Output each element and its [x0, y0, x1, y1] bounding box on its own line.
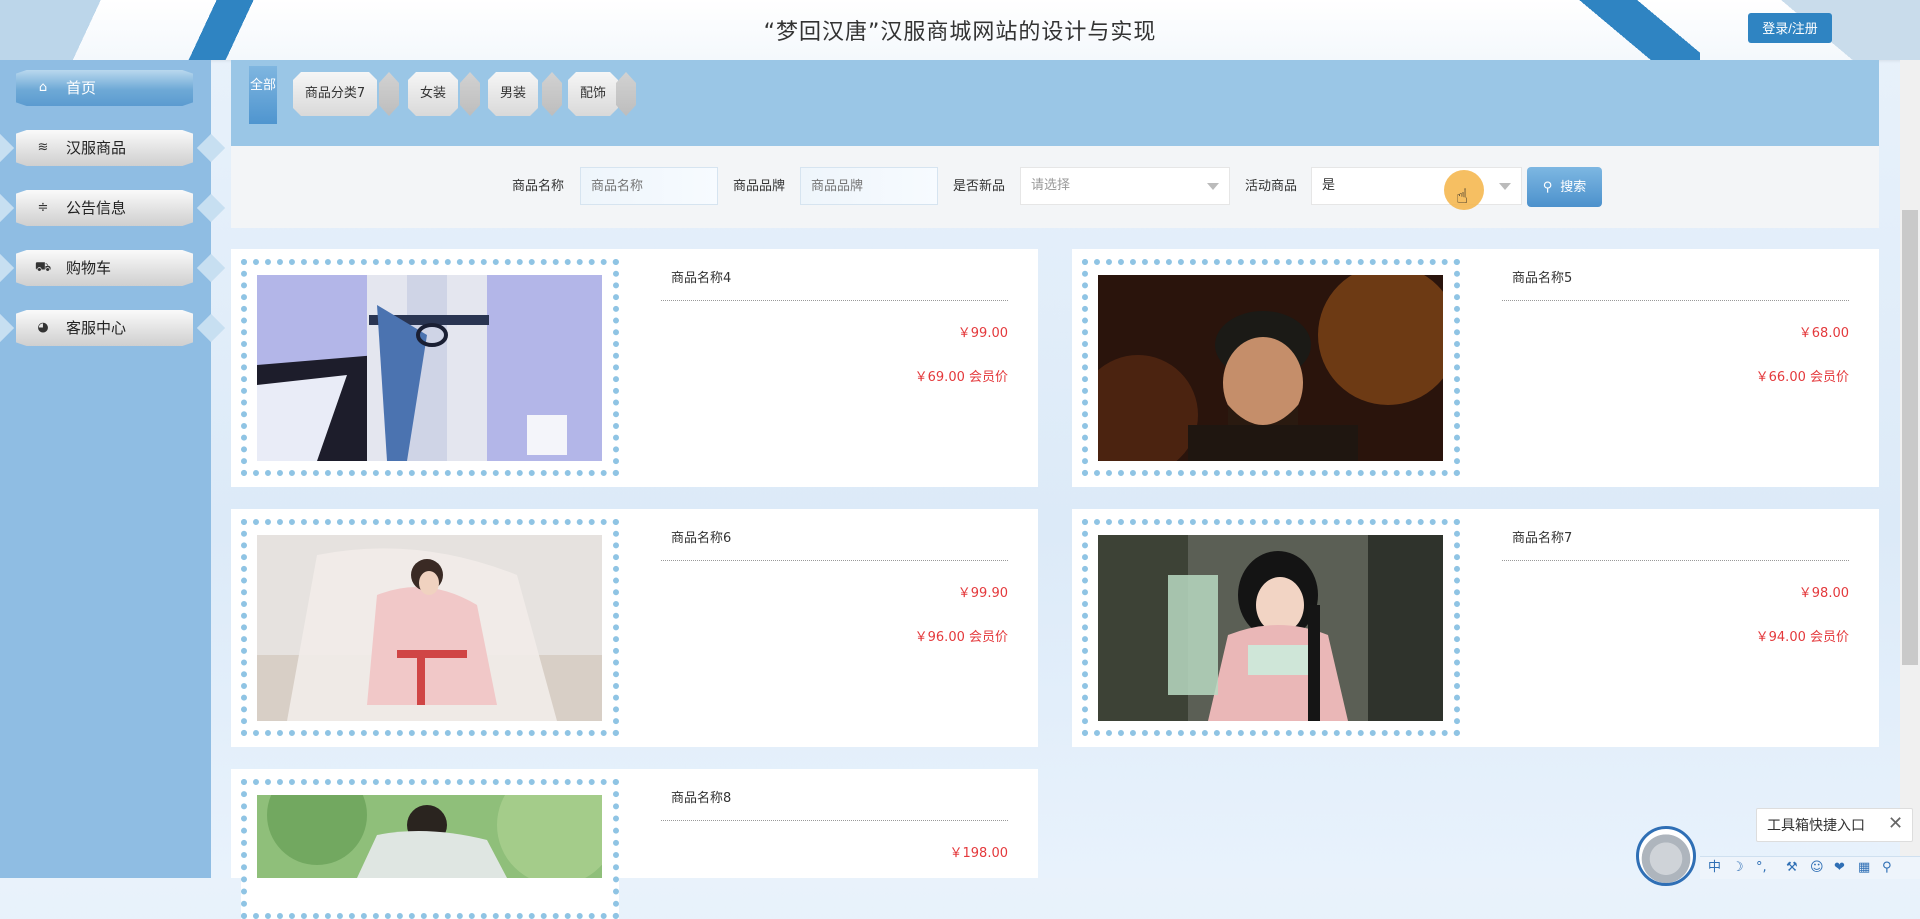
category-tab-accessories[interactable]: 配饰: [568, 72, 618, 116]
ime-chinese-mode-icon[interactable]: 中: [1708, 859, 1721, 877]
assistant-avatar[interactable]: [1636, 826, 1696, 886]
search-button-label: 搜索: [1560, 180, 1587, 195]
ime-toolbar: 中 ☽ °, ⚒ ☺ ❤ ▦ ⚲: [1700, 856, 1920, 879]
site-title: “梦回汉唐”汉服商城网站的设计与实现: [763, 20, 1157, 45]
product-photo-illustration: [257, 535, 602, 721]
sidebar-wing: [196, 133, 226, 163]
sidebar-item-customer-service[interactable]: ◕ 客服中心: [0, 304, 226, 352]
sidebar-wing: [196, 313, 226, 343]
chevron-down-icon: [1207, 183, 1219, 190]
sidebar-item-label: 购物车: [66, 259, 112, 277]
moon-icon[interactable]: ☽: [1732, 859, 1744, 877]
sidebar: ⌂ 首页 ≋ 汉服商品 ≑ 公告信息 ⛟ 购物车 ◕ 客服中心: [0, 60, 226, 878]
is-new-select[interactable]: 请选择: [1020, 167, 1230, 205]
magnifier-icon: ⚲: [1542, 180, 1553, 195]
sidebar-item-label: 首页: [66, 79, 97, 97]
product-photo[interactable]: [257, 795, 602, 878]
cart-icon: ⛟: [34, 260, 52, 275]
divider: [661, 300, 1008, 301]
close-icon[interactable]: ✕: [1888, 814, 1903, 834]
sidebar-item-home[interactable]: ⌂ 首页: [0, 64, 211, 112]
page-scrollbar-thumb[interactable]: [1902, 210, 1918, 665]
product-name[interactable]: 商品名称6: [671, 529, 731, 549]
is-new-select-value: 请选择: [1031, 178, 1071, 193]
product-name-input[interactable]: [580, 167, 718, 205]
product-price: ￥98.00: [1798, 586, 1849, 601]
divider: [1502, 300, 1849, 301]
search-button[interactable]: ⚲ 搜索: [1527, 167, 1602, 207]
product-card[interactable]: 商品名称5 ￥68.00 ￥66.00 会员价: [1072, 249, 1879, 487]
product-brand-input[interactable]: [800, 167, 938, 205]
sliders-icon: ≑: [37, 200, 49, 215]
category-tab-all[interactable]: 全部: [249, 66, 277, 124]
activity-label: 活动商品: [1245, 179, 1298, 194]
toolbox-shortcut-popup[interactable]: 工具箱快捷入口 ✕: [1756, 808, 1913, 842]
login-register-button[interactable]: 登录/注册: [1748, 13, 1832, 43]
sidebar-wing: [0, 133, 15, 163]
product-price: ￥198.00: [949, 846, 1009, 861]
product-name[interactable]: 商品名称7: [1512, 529, 1572, 549]
layers-icon: ≋: [37, 140, 49, 155]
skin-icon[interactable]: ❤: [1834, 859, 1845, 877]
divider: [1502, 560, 1849, 561]
product-photo[interactable]: [257, 535, 602, 721]
punctuation-icon[interactable]: °,: [1756, 859, 1767, 877]
product-price: ￥99.90: [957, 586, 1008, 601]
divider: [661, 820, 1008, 821]
product-card[interactable]: 商品名称6 ￥99.90 ￥96.00 会员价: [231, 509, 1038, 747]
sidebar-wing: [196, 253, 226, 283]
product-photo-illustration: [257, 275, 602, 461]
member-price: ￥94.00 会员价: [1755, 630, 1849, 645]
product-brand-label: 商品品牌: [733, 179, 786, 194]
product-card[interactable]: 商品名称7 ￥98.00 ￥94.00 会员价: [1072, 509, 1879, 747]
toolbox-label[interactable]: 工具箱快捷入口: [1767, 816, 1865, 836]
product-card[interactable]: 商品名称8 ￥198.00: [231, 769, 1038, 919]
sidebar-item-announcements[interactable]: ≑ 公告信息: [0, 184, 226, 232]
product-photo[interactable]: [257, 275, 602, 461]
sidebar-item-label: 公告信息: [66, 199, 127, 217]
sidebar-wing: [196, 193, 226, 223]
product-name[interactable]: 商品名称4: [671, 269, 731, 289]
product-photo[interactable]: [1098, 535, 1443, 721]
product-name[interactable]: 商品名称5: [1512, 269, 1572, 289]
product-name[interactable]: 商品名称8: [671, 789, 731, 809]
product-card[interactable]: 商品名称4 ￥99.00 ￥69.00 会员价: [231, 249, 1038, 487]
activity-select-value: 是: [1322, 178, 1336, 193]
sidebar-item-label: 客服中心: [66, 319, 127, 337]
sidebar-item-cart[interactable]: ⛟ 购物车: [0, 244, 226, 292]
category-tab-7[interactable]: 商品分类7: [293, 72, 377, 116]
hand-cursor-icon: ☝: [1456, 184, 1469, 208]
member-price: ￥66.00 会员价: [1755, 370, 1849, 385]
divider: [661, 560, 1008, 561]
activity-select[interactable]: 是: [1311, 167, 1522, 205]
category-tab-men[interactable]: 男装: [488, 72, 538, 116]
sidebar-wing: [0, 253, 15, 283]
category-tab-women[interactable]: 女装: [408, 72, 458, 116]
member-price: ￥69.00 会员价: [914, 370, 1008, 385]
chevron-down-icon: [1499, 183, 1511, 190]
product-photo-illustration: [1098, 535, 1443, 721]
product-name-label: 商品名称: [512, 179, 565, 194]
top-header: “梦回汉唐”汉服商城网站的设计与实现 登录/注册: [0, 0, 1920, 60]
home-icon: ⌂: [38, 80, 48, 95]
grid-icon[interactable]: ▦: [1858, 859, 1870, 877]
is-new-label: 是否新品: [953, 179, 1006, 194]
product-photo[interactable]: [1098, 275, 1443, 461]
sidebar-item-hanfu-products[interactable]: ≋ 汉服商品: [0, 124, 226, 172]
sidebar-wing: [0, 193, 15, 223]
product-price: ￥68.00: [1798, 326, 1849, 341]
member-price: ￥96.00 会员价: [914, 630, 1008, 645]
lock-icon[interactable]: ⚲: [1882, 859, 1892, 877]
product-photo-illustration: [1098, 275, 1443, 461]
emoji-icon[interactable]: ☺: [1810, 859, 1824, 877]
product-photo-illustration: [257, 795, 602, 878]
service-icon: ◕: [37, 320, 49, 335]
sidebar-item-label: 汉服商品: [66, 139, 127, 157]
sidebar-wing: [0, 313, 15, 343]
tool-icon[interactable]: ⚒: [1786, 859, 1798, 877]
product-price: ￥99.00: [957, 326, 1008, 341]
